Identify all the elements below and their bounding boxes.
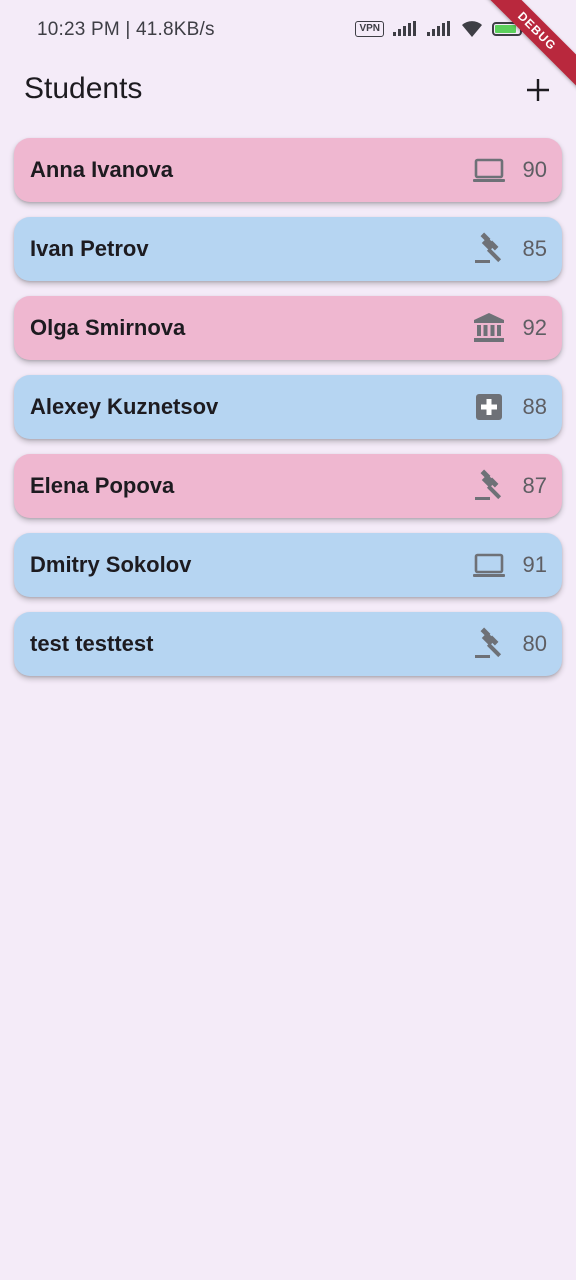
student-score: 85 [522,236,547,261]
student-card[interactable]: Ivan Petrov 85 [14,217,562,281]
battery-fill [495,25,517,33]
student-card[interactable]: Alexey Kuznetsov 88 [14,375,562,439]
student-score: 91 [522,552,547,577]
student-score: 87 [522,473,547,498]
student-name: Anna Ivanova [30,157,174,182]
student-card[interactable]: test testtest 80 [14,612,562,676]
student-score: 92 [522,315,547,340]
student-list: Anna Ivanova 90 Ivan Petrov 85 Olga Smirnova… [14,138,562,691]
student-name: Ivan Petrov [30,236,149,261]
student-name: Olga Smirnova [30,315,186,340]
add-student-button[interactable] [520,72,556,108]
gavel-icon [472,627,506,661]
student-score: 80 [522,631,547,656]
status-time: 10:23 PM | 41.8KB/s [37,19,215,40]
status-icons: VPN [355,20,525,38]
student-card[interactable]: Elena Popova 87 [14,454,562,518]
app-bar: Students [0,62,576,118]
student-score: 90 [522,157,547,182]
student-card[interactable]: Dmitry Sokolov 91 [14,533,562,597]
gavel-icon [472,469,506,503]
vpn-icon: VPN [355,21,384,37]
laptop-icon [472,153,506,187]
gavel-icon [472,232,506,266]
medical-icon [472,390,506,424]
student-card[interactable]: Anna Ivanova 90 [14,138,562,202]
student-name: test testtest [30,631,154,656]
signal-icon [393,21,416,36]
laptop-icon [472,548,506,582]
signal-icon-2 [427,21,450,36]
student-name: Alexey Kuznetsov [30,394,219,419]
student-card[interactable]: Olga Smirnova 92 [14,296,562,360]
student-score: 88 [522,394,547,419]
student-name: Elena Popova [30,473,175,498]
student-name: Dmitry Sokolov [30,552,192,577]
status-bar: 10:23 PM | 41.8KB/s VPN [0,0,576,62]
wifi-icon [462,21,482,37]
page-title: Students [24,72,143,105]
plus-icon [527,79,549,101]
bank-icon [472,311,506,345]
